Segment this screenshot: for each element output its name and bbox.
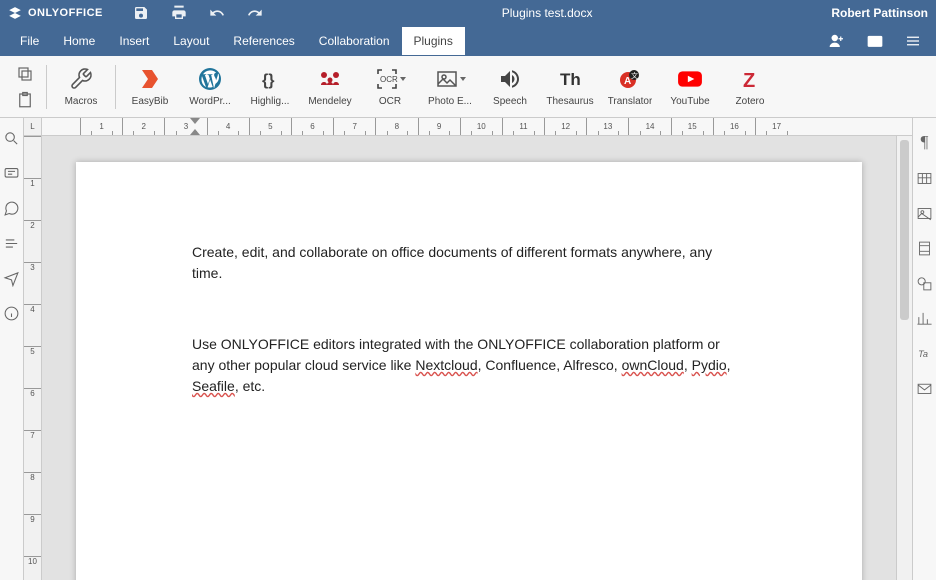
quick-access-icons xyxy=(133,5,263,21)
youtube-icon xyxy=(677,66,703,92)
vertical-ruler[interactable]: 1234567891011 xyxy=(24,136,42,580)
misspell-pydio: Pydio xyxy=(692,357,727,373)
ruler-corner[interactable]: L xyxy=(24,118,42,135)
highlight-button[interactable]: {} Highlig... xyxy=(240,64,300,109)
comments-icon[interactable] xyxy=(3,165,20,182)
document-title: Plugins test.docx xyxy=(263,6,831,20)
textart-settings-icon[interactable]: Ta xyxy=(916,345,933,362)
page-container: Create, edit, and collaborate on office … xyxy=(42,136,896,580)
macros-icon xyxy=(68,66,94,92)
about-icon[interactable] xyxy=(3,305,20,322)
speech-button[interactable]: Speech xyxy=(480,64,540,109)
logo-icon xyxy=(8,6,22,20)
mail-merge-icon[interactable] xyxy=(916,380,933,397)
navigation-icon[interactable] xyxy=(3,235,20,252)
photo-editor-icon xyxy=(435,67,459,91)
copy-icon[interactable] xyxy=(14,63,36,85)
svg-text:文: 文 xyxy=(631,71,638,80)
thesaurus-button[interactable]: Th Thesaurus xyxy=(540,64,600,109)
mendeley-icon xyxy=(317,66,343,92)
wordpress-icon xyxy=(197,66,223,92)
redo-icon[interactable] xyxy=(247,5,263,21)
svg-text:OCR: OCR xyxy=(380,75,398,84)
svg-text:{}: {} xyxy=(262,72,274,89)
print-icon[interactable] xyxy=(171,5,187,21)
plugins-toolbar: Macros EasyBib WordPr... {} Highlig... M… xyxy=(0,56,936,118)
app-branding: ONLYOFFICE xyxy=(8,6,103,20)
left-sidebar xyxy=(0,118,24,580)
table-settings-icon[interactable] xyxy=(916,170,933,187)
misspell-nextcloud: Nextcloud xyxy=(415,357,477,373)
svg-text:Th: Th xyxy=(560,70,581,89)
youtube-button[interactable]: YouTube xyxy=(660,64,720,109)
mendeley-button[interactable]: Mendeley xyxy=(300,64,360,109)
undo-icon[interactable] xyxy=(209,5,225,21)
highlight-icon: {} xyxy=(257,66,283,92)
user-name[interactable]: Robert Pattinson xyxy=(831,6,928,20)
feedback-icon[interactable] xyxy=(3,270,20,287)
zotero-button[interactable]: Z Zotero xyxy=(720,64,780,109)
hamburger-icon[interactable] xyxy=(898,28,928,54)
search-icon[interactable] xyxy=(3,130,20,147)
menu-home[interactable]: Home xyxy=(51,27,107,55)
chat-icon[interactable] xyxy=(3,200,20,217)
easybib-icon xyxy=(137,66,163,92)
menu-references[interactable]: References xyxy=(221,27,306,55)
workspace: L 1234567891011121314151617 123456789101… xyxy=(0,118,936,580)
menu-layout[interactable]: Layout xyxy=(161,27,221,55)
open-location-icon[interactable] xyxy=(860,28,890,54)
horizontal-ruler[interactable]: 1234567891011121314151617 xyxy=(42,118,912,135)
menu-collaboration[interactable]: Collaboration xyxy=(307,27,402,55)
document-page[interactable]: Create, edit, and collaborate on office … xyxy=(76,162,862,580)
vertical-scrollbar[interactable] xyxy=(896,136,912,580)
paragraph-2: Use ONLYOFFICE editors integrated with t… xyxy=(192,334,746,397)
wordpress-button[interactable]: WordPr... xyxy=(180,64,240,109)
menu-insert[interactable]: Insert xyxy=(107,27,161,55)
paragraph-1: Create, edit, and collaborate on office … xyxy=(192,242,746,284)
misspell-seafile: Seafile xyxy=(192,378,235,394)
svg-text:Ta: Ta xyxy=(918,349,928,359)
right-sidebar: ¶ Ta xyxy=(912,118,936,580)
speech-icon xyxy=(497,66,523,92)
zotero-icon: Z xyxy=(737,66,763,92)
translator-icon: A文 xyxy=(617,66,643,92)
app-name: ONLYOFFICE xyxy=(28,7,103,19)
save-icon[interactable] xyxy=(133,5,149,21)
photo-editor-button[interactable]: Photo E... xyxy=(420,64,480,109)
photo-caret-icon[interactable] xyxy=(460,77,466,81)
ocr-icon: OCR xyxy=(375,67,399,91)
paste-icon[interactable] xyxy=(14,89,36,111)
menu-plugins[interactable]: Plugins xyxy=(402,27,465,55)
ocr-caret-icon[interactable] xyxy=(400,77,406,81)
canvas-area: L 1234567891011121314151617 123456789101… xyxy=(24,118,912,580)
ocr-button[interactable]: OCR OCR xyxy=(360,64,420,109)
macros-button[interactable]: Macros xyxy=(51,64,111,109)
svg-text:Z: Z xyxy=(743,70,755,91)
chart-settings-icon[interactable] xyxy=(916,310,933,327)
image-settings-icon[interactable] xyxy=(916,205,933,222)
header-footer-icon[interactable] xyxy=(916,240,933,257)
misspell-owncloud: ownCloud xyxy=(622,357,684,373)
paragraph-settings-icon[interactable]: ¶ xyxy=(921,132,929,152)
menu-bar: File Home Insert Layout References Colla… xyxy=(0,26,936,56)
easybib-button[interactable]: EasyBib xyxy=(120,64,180,109)
shape-settings-icon[interactable] xyxy=(916,275,933,292)
horizontal-ruler-row: L 1234567891011121314151617 xyxy=(24,118,912,136)
menu-file[interactable]: File xyxy=(8,27,51,55)
translator-button[interactable]: A文 Translator xyxy=(600,64,660,109)
thesaurus-icon: Th xyxy=(557,66,583,92)
share-icon[interactable] xyxy=(822,28,852,54)
titlebar: ONLYOFFICE Plugins test.docx Robert Patt… xyxy=(0,0,936,26)
